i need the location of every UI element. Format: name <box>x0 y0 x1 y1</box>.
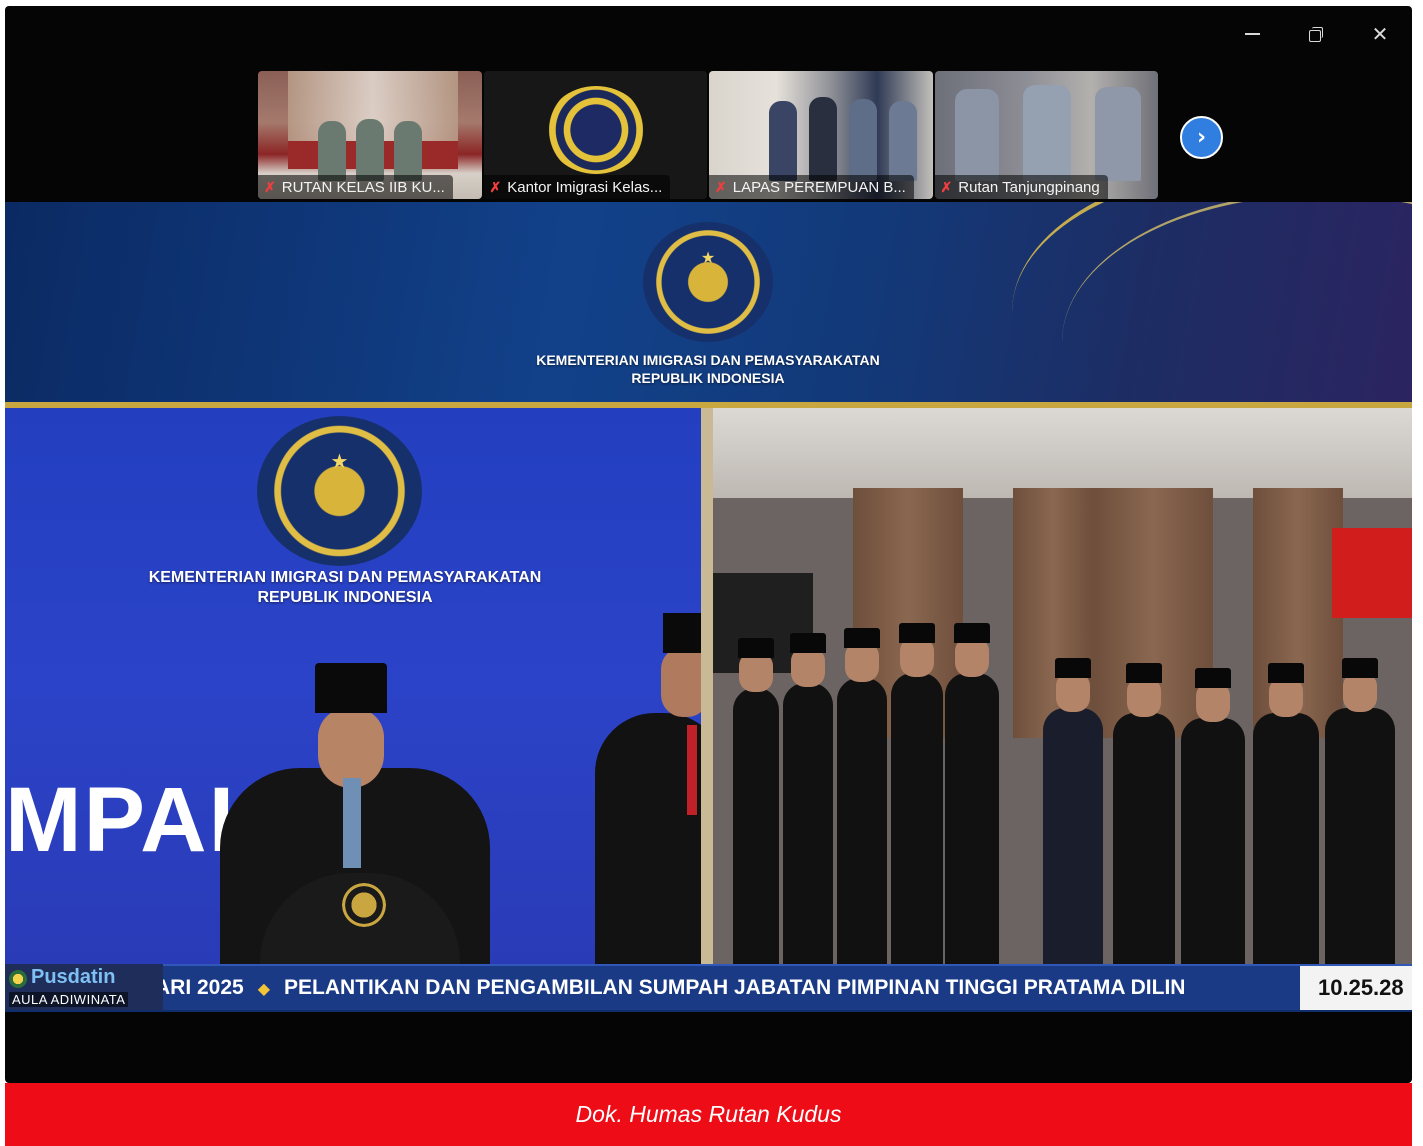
broadcast-clock: 10.25.28 <box>1300 966 1412 1010</box>
participant-figure <box>1022 85 1071 181</box>
participant-name: RUTAN KELAS IIB KU... <box>281 178 445 196</box>
podium-camera: ★ KEMENTERIAN IMIGRASI DAN PEMASYARAKATA… <box>5 408 701 964</box>
ticker-segment: PELANTIKAN DAN PENGAMBILAN SUMPAH JABATA… <box>284 976 1186 999</box>
aide-peci <box>663 613 701 653</box>
org-country-line: REPUBLIK INDONESIA <box>631 369 785 386</box>
speaker-tie <box>343 778 361 868</box>
main-video-stream: ★ KEMENTERIAN IMIGRASI DAN PEMASYARAKATA… <box>5 202 1412 1012</box>
close-button[interactable]: ✕ <box>1348 6 1412 62</box>
video-conference-window: ✕ ✗ RUTAN KELAS IIB KU... ✗ Kantor Imigr… <box>5 6 1412 1083</box>
next-participants-button[interactable]: › <box>1180 116 1223 159</box>
chevron-right-icon: › <box>1196 125 1207 150</box>
garuda-emblem-icon <box>342 883 386 927</box>
broadcaster-name: Pusdatin <box>31 966 116 988</box>
participant-name: Kantor Imigrasi Kelas... <box>507 178 663 196</box>
star-icon: ★ <box>330 449 349 473</box>
org-name-line: KEMENTERIAN IMIGRASI DAN PEMASYARAKATAN <box>148 569 542 586</box>
org-country-line: REPUBLIK INDONESIA <box>257 589 433 606</box>
hall-camera <box>713 408 1412 964</box>
participant-tile[interactable]: ✗ Rutan Tanjungpinang <box>934 71 1158 199</box>
aide-suit <box>595 713 701 964</box>
participant-tile[interactable]: ✗ Kantor Imigrasi Kelas... <box>483 71 707 199</box>
official-figure <box>1043 708 1103 964</box>
restore-button[interactable] <box>1284 6 1348 62</box>
mic-muted-icon: ✗ <box>715 178 727 195</box>
split-divider <box>701 408 713 964</box>
ticker-bullet-icon: ◆ <box>257 978 271 998</box>
participant-figure <box>394 121 422 181</box>
ticker-segment: ARI 2025 <box>155 976 244 999</box>
participant-name-label: ✗ Kantor Imigrasi Kelas... <box>483 175 671 199</box>
participant-figure <box>849 99 877 181</box>
ministry-emblem-icon: ★ <box>643 222 773 342</box>
participant-name: Rutan Tanjungpinang <box>958 178 1100 196</box>
broadcast-location: AULA ADIWINATA <box>9 992 129 1007</box>
broadcast-banner: ★ KEMENTERIAN IMIGRASI DAN PEMASYARAKATA… <box>5 202 1412 402</box>
official-figure <box>1181 718 1245 964</box>
imigrasi-logo-icon <box>545 86 646 174</box>
participant-name: LAPAS PEREMPUAN B... <box>732 178 906 196</box>
official-figure <box>1325 708 1395 964</box>
participant-figure <box>809 97 837 181</box>
ministry-emblem-icon: ★ <box>257 416 422 566</box>
photo-caption-bar: Dok. Humas Rutan Kudus <box>5 1083 1412 1146</box>
red-decoration <box>1332 528 1412 618</box>
star-icon: ★ <box>700 248 716 268</box>
official-figure <box>783 683 833 964</box>
aide-face <box>661 647 701 717</box>
photo-caption: Dok. Humas Rutan Kudus <box>575 1101 842 1127</box>
participant-figure <box>1094 87 1141 181</box>
news-ticker: ARI 2025 ◆ PELANTIKAN DAN PENGAMBILAN SU… <box>5 964 1412 1010</box>
org-name-line: KEMENTERIAN IMIGRASI DAN PEMASYARAKATAN <box>536 352 880 368</box>
participant-name-label: ✗ RUTAN KELAS IIB KU... <box>258 175 453 199</box>
aide-tie <box>687 725 697 815</box>
aide-figure <box>595 613 701 964</box>
hall-ceiling <box>713 408 1412 498</box>
mic-muted-icon: ✗ <box>940 178 953 195</box>
restore-icon <box>1309 27 1323 42</box>
participant-name-label: ✗ Rutan Tanjungpinang <box>934 175 1108 199</box>
speaker-face <box>318 708 384 788</box>
window-controls: ✕ <box>1220 6 1412 62</box>
official-figure <box>891 673 943 964</box>
official-figure <box>945 673 999 964</box>
pusdatin-logo-icon <box>9 970 27 988</box>
official-figure <box>1253 713 1319 964</box>
mic-muted-icon: ✗ <box>489 178 502 195</box>
participant-figure <box>889 101 917 181</box>
participant-figure <box>769 101 797 181</box>
backdrop-org-name: KEMENTERIAN IMIGRASI DAN PEMASYARAKATAN … <box>85 568 605 608</box>
participant-figure <box>954 89 999 181</box>
minimize-button[interactable] <box>1220 6 1284 62</box>
participant-strip: ✗ RUTAN KELAS IIB KU... ✗ Kantor Imigras… <box>258 71 1158 199</box>
close-icon: ✕ <box>1371 22 1389 46</box>
participant-name-label: ✗ LAPAS PEREMPUAN B... <box>709 175 914 199</box>
official-figure <box>733 688 779 964</box>
official-figure <box>837 678 887 964</box>
official-figure <box>1113 713 1175 964</box>
participant-tile[interactable]: ✗ LAPAS PEREMPUAN B... <box>709 71 933 199</box>
banner-org-name: KEMENTERIAN IMIGRASI DAN PEMASYARAKATAN … <box>458 352 958 387</box>
speaker-peci <box>315 663 387 713</box>
mic-muted-icon: ✗ <box>264 178 276 195</box>
minimize-icon <box>1244 33 1260 35</box>
broadcaster-badge: Pusdatin AULA ADIWINATA <box>5 964 163 1010</box>
ticker-text: ARI 2025 ◆ PELANTIKAN DAN PENGAMBILAN SU… <box>155 966 1295 1010</box>
participant-tile[interactable]: ✗ RUTAN KELAS IIB KU... <box>258 71 482 199</box>
participant-figure <box>318 121 346 181</box>
participant-figure <box>356 119 384 181</box>
